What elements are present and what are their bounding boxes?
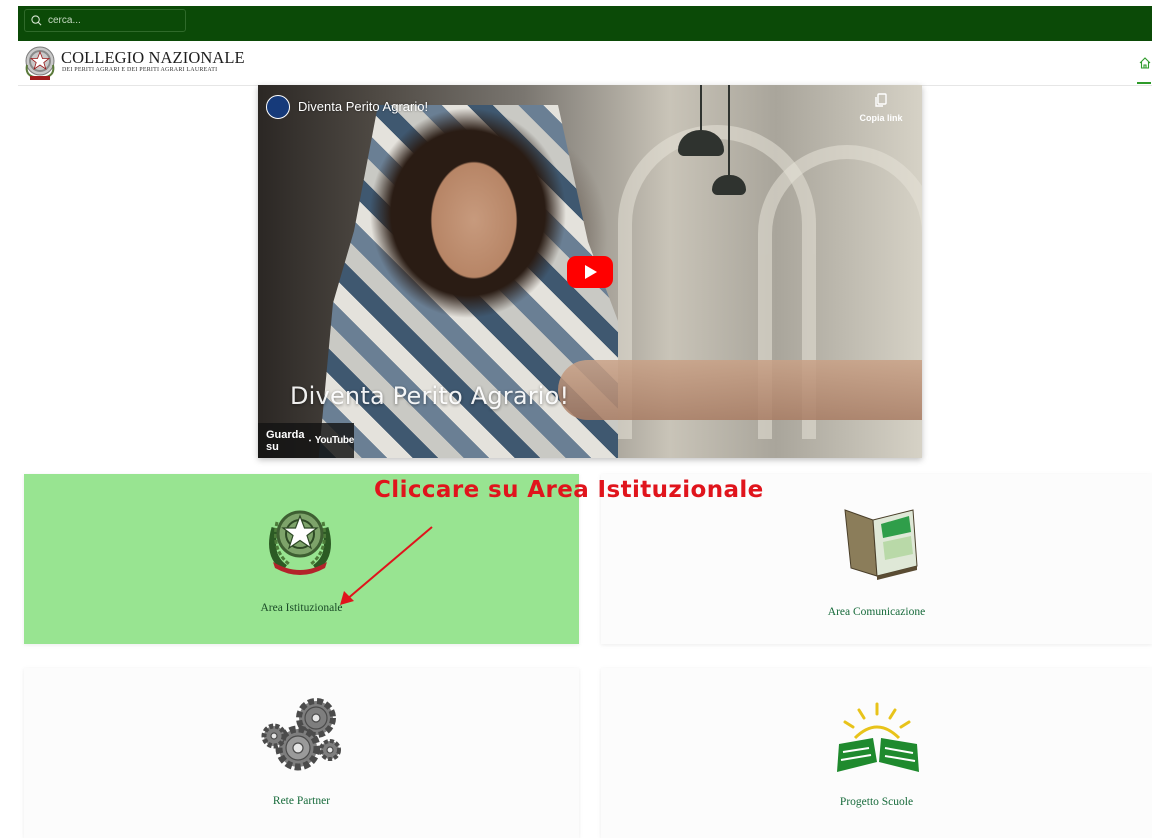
- tile-label[interactable]: Progetto Scuole: [601, 796, 1152, 808]
- gears-icon: [261, 698, 341, 771]
- search-icon: [31, 15, 42, 26]
- instruction-annotation: Cliccare su Area Istituzionale: [374, 477, 764, 503]
- org-name[interactable]: COLLEGIO NAZIONALE: [61, 48, 245, 68]
- watch-on-label: Guarda su: [266, 428, 305, 453]
- tile-label[interactable]: Area Istituzionale: [24, 602, 579, 614]
- lamp-cord: [728, 85, 730, 175]
- annotation-arrow-icon: [340, 526, 433, 605]
- watch-on-youtube-button[interactable]: Guarda su YouTube: [258, 423, 354, 458]
- copy-link-label: Copia link: [859, 113, 903, 123]
- play-button[interactable]: [567, 256, 613, 288]
- video-title[interactable]: Diventa Perito Agrario!: [298, 99, 428, 114]
- lamp-cord: [700, 85, 702, 130]
- open-book-icon: [844, 509, 918, 580]
- home-active-indicator: [1137, 82, 1151, 84]
- lamp: [712, 175, 746, 195]
- search-box[interactable]: [24, 9, 186, 32]
- video-arm: [558, 360, 922, 420]
- video-overlay-title: Diventa Perito Agrario!: [290, 382, 570, 410]
- youtube-video-embed[interactable]: Diventa Perito Agrario! Copia link Diven…: [258, 85, 922, 458]
- copy-link-button[interactable]: Copia link: [854, 93, 908, 123]
- emblem-logo-icon[interactable]: [22, 43, 58, 83]
- tile-progetto-scuole[interactable]: Progetto Scuole: [601, 668, 1152, 838]
- emblem-italia-icon: [269, 510, 331, 575]
- tile-label[interactable]: Area Comunicazione: [601, 606, 1152, 618]
- site-header: COLLEGIO NAZIONALE DEI PERITI AGRARI E D…: [18, 41, 1152, 86]
- tile-rete-partner[interactable]: Rete Partner: [24, 668, 579, 838]
- sun-book-icon: [837, 702, 919, 772]
- channel-avatar-icon[interactable]: [266, 95, 290, 119]
- org-subtitle: DEI PERITI AGRARI E DEI PERITI AGRARI LA…: [62, 67, 218, 73]
- copy-icon: [875, 93, 887, 107]
- tile-label[interactable]: Rete Partner: [24, 795, 579, 807]
- youtube-brand: YouTube: [314, 435, 355, 446]
- search-input[interactable]: [48, 15, 168, 26]
- home-icon[interactable]: [1138, 56, 1152, 70]
- top-search-bar: [18, 6, 1152, 41]
- youtube-logo-icon: [308, 439, 311, 442]
